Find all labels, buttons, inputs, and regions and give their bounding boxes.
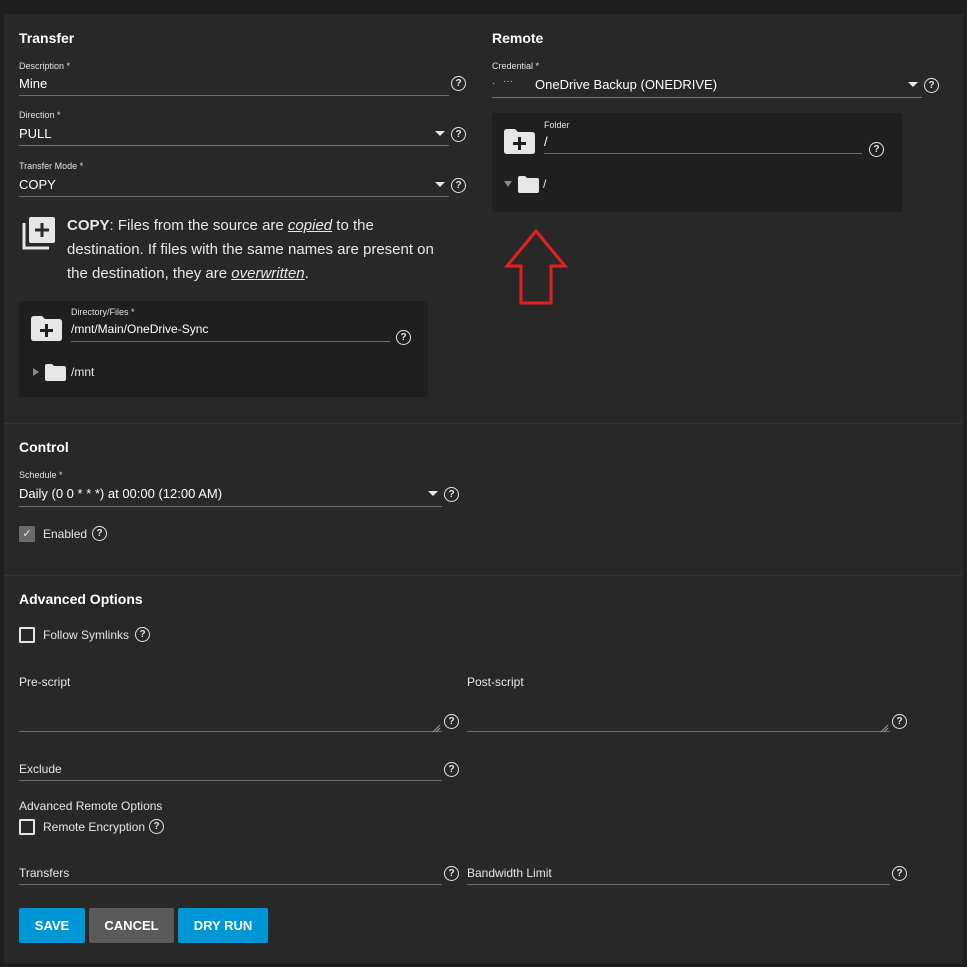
exclude-help-icon[interactable]: ? bbox=[444, 762, 459, 777]
credential-select[interactable]: OneDrive Backup (ONEDRIVE) bbox=[535, 77, 717, 92]
follow-symlinks-checkbox[interactable] bbox=[19, 627, 35, 643]
annotation-arrow-up-icon bbox=[503, 228, 569, 311]
credential-help-icon[interactable]: ? bbox=[924, 78, 939, 93]
post-script-resize-handle[interactable] bbox=[880, 720, 889, 738]
copy-desc-text-2: to the bbox=[332, 217, 374, 234]
control-section-title: Control bbox=[19, 439, 69, 455]
folder-label: Folder bbox=[544, 120, 570, 130]
create-folder-icon[interactable] bbox=[31, 316, 62, 346]
remote-encryption-label: Remote Encryption bbox=[43, 820, 146, 834]
credential-chevron-down-icon[interactable] bbox=[908, 82, 918, 87]
post-script-label: Post-script bbox=[467, 675, 524, 689]
transfer-mode-label: Transfer Mode * bbox=[19, 161, 84, 171]
description-help-icon[interactable]: ? bbox=[451, 76, 466, 91]
credential-label: Credential * bbox=[492, 61, 540, 71]
post-script-textarea[interactable] bbox=[467, 731, 890, 732]
dry-run-button[interactable]: DRY RUN bbox=[178, 908, 268, 943]
description-label: Description * bbox=[19, 61, 71, 71]
folder-underline bbox=[544, 153, 862, 154]
bandwidth-limit-help-icon[interactable]: ? bbox=[892, 866, 907, 881]
folder-input[interactable]: / bbox=[544, 134, 548, 149]
schedule-chevron-down-icon[interactable] bbox=[428, 491, 438, 496]
pre-script-help-icon[interactable]: ? bbox=[444, 714, 459, 729]
copy-desc-text-3: destination. If files with the same name… bbox=[67, 241, 434, 258]
direction-select[interactable]: PULL bbox=[19, 126, 52, 141]
copy-bold-label: COPY bbox=[67, 217, 110, 234]
section-divider-2 bbox=[4, 575, 963, 576]
pre-script-textarea[interactable] bbox=[19, 731, 442, 732]
remote-tree-item-root[interactable]: / bbox=[543, 177, 546, 191]
cancel-button[interactable]: CANCEL bbox=[89, 908, 174, 943]
directory-underline bbox=[71, 341, 390, 342]
enabled-checkbox[interactable]: ✓ bbox=[19, 526, 35, 542]
enabled-label: Enabled bbox=[43, 527, 88, 541]
enabled-help-icon[interactable]: ? bbox=[92, 526, 107, 541]
credential-underline bbox=[492, 97, 922, 98]
schedule-select[interactable]: Daily (0 0 * * *) at 00:00 (12:00 AM) bbox=[19, 486, 222, 501]
exclude-input[interactable] bbox=[19, 780, 442, 781]
folder-icon bbox=[45, 364, 66, 386]
credential-status-indicator: . ··· bbox=[492, 76, 514, 87]
advanced-remote-options-label: Advanced Remote Options bbox=[19, 799, 163, 813]
transfer-mode-chevron-down-icon[interactable] bbox=[435, 182, 445, 187]
remote-folder-icon bbox=[518, 176, 539, 198]
remote-section-title: Remote bbox=[492, 30, 544, 46]
direction-chevron-down-icon[interactable] bbox=[435, 131, 445, 136]
overwritten-emphasis: overwritten bbox=[231, 265, 305, 282]
folder-help-icon[interactable]: ? bbox=[869, 142, 884, 157]
advanced-section-title: Advanced Options bbox=[19, 591, 143, 607]
copy-library-icon bbox=[21, 215, 57, 256]
bandwidth-limit-input-label[interactable]: Bandwidth Limit bbox=[467, 866, 552, 880]
directory-label: Directory/Files * bbox=[71, 307, 135, 317]
exclude-label: Exclude bbox=[19, 762, 62, 776]
transfers-input-label[interactable]: Transfers bbox=[19, 866, 69, 880]
copy-desc-text-5: . bbox=[304, 265, 309, 282]
tree-expand-arrow-icon[interactable] bbox=[33, 368, 39, 376]
transfer-mode-underline bbox=[19, 196, 449, 197]
pre-script-resize-handle[interactable] bbox=[432, 720, 441, 738]
save-button[interactable]: SAVE bbox=[19, 908, 85, 943]
copy-desc-text-4: the destination, they are bbox=[67, 265, 232, 282]
schedule-label: Schedule * bbox=[19, 470, 63, 480]
schedule-underline bbox=[19, 506, 442, 507]
transfer-mode-select[interactable]: COPY bbox=[19, 177, 56, 192]
description-underline bbox=[19, 95, 449, 96]
direction-underline bbox=[19, 145, 449, 146]
remote-encryption-help-icon[interactable]: ? bbox=[149, 819, 164, 834]
copied-emphasis: copied bbox=[287, 217, 333, 234]
remote-tree-collapse-arrow-icon[interactable] bbox=[504, 181, 512, 187]
directory-input[interactable]: /mnt/Main/OneDrive-Sync bbox=[71, 322, 208, 336]
section-divider bbox=[4, 423, 963, 424]
transfer-section-title: Transfer bbox=[19, 30, 75, 46]
remote-create-folder-icon[interactable] bbox=[504, 129, 535, 159]
transfer-mode-description: COPY: Files from the source are copied t… bbox=[67, 214, 467, 286]
copy-desc-text-1: : Files from the source are bbox=[109, 217, 288, 234]
transfer-mode-help-icon[interactable]: ? bbox=[451, 178, 466, 193]
follow-symlinks-help-icon[interactable]: ? bbox=[135, 627, 150, 642]
transfers-underline bbox=[19, 884, 442, 885]
post-script-help-icon[interactable]: ? bbox=[892, 714, 907, 729]
remote-encryption-checkbox[interactable] bbox=[19, 819, 35, 835]
schedule-help-icon[interactable]: ? bbox=[444, 487, 459, 502]
description-input[interactable]: Mine bbox=[19, 76, 47, 91]
bandwidth-limit-underline bbox=[467, 884, 890, 885]
tree-item-mnt[interactable]: /mnt bbox=[71, 365, 94, 379]
transfers-help-icon[interactable]: ? bbox=[444, 866, 459, 881]
directory-help-icon[interactable]: ? bbox=[396, 330, 411, 345]
direction-label: Direction * bbox=[19, 110, 61, 120]
direction-help-icon[interactable]: ? bbox=[451, 127, 466, 142]
pre-script-label: Pre-script bbox=[19, 675, 71, 689]
follow-symlinks-label: Follow Symlinks bbox=[43, 628, 130, 642]
